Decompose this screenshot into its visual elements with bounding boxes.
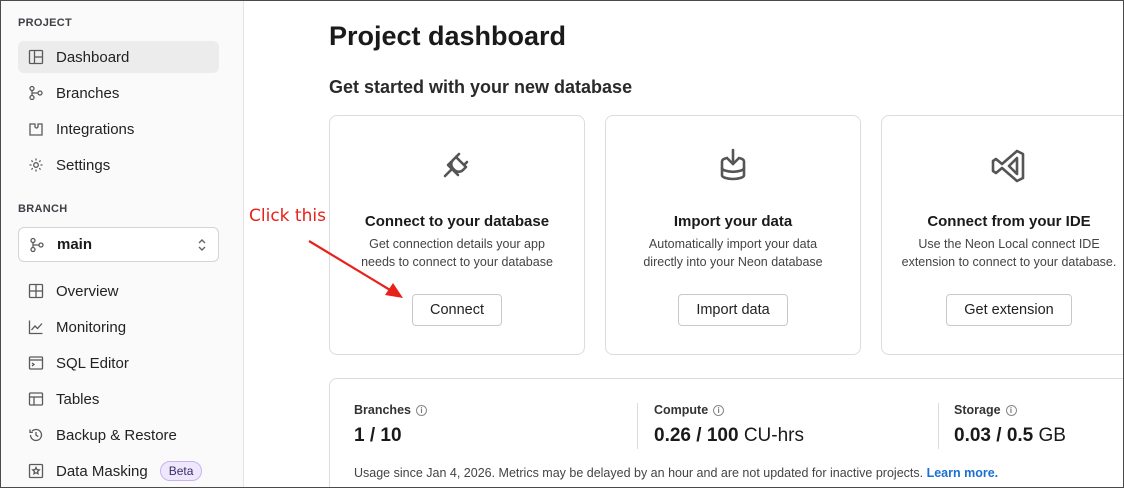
card-desc-line: Automatically import your data [648, 237, 818, 251]
card-title: Connect to your database [364, 213, 550, 230]
usage-note: Usage since Jan 4, 2026. Metrics may be … [354, 466, 998, 480]
sidebar: PROJECT Dashboard Branches Integrations … [1, 1, 244, 487]
divider [637, 403, 638, 449]
card-description: Use the Neon Local connect IDE extension… [894, 235, 1123, 271]
metric-label-row: Storage i [954, 403, 1066, 417]
card-description: Automatically import your data directly … [618, 235, 848, 271]
sidebar-item-label: Overview [56, 282, 119, 300]
sidebar-item-integrations[interactable]: Integrations [18, 113, 219, 145]
metric-value-row: 0.26 / 100 CU-hrs [654, 425, 804, 447]
masking-icon [28, 463, 44, 479]
metric-value: 1 / 10 [354, 425, 402, 446]
branch-selector-value: main [57, 236, 93, 253]
plug-icon [330, 146, 584, 186]
sidebar-item-overview[interactable]: Overview [18, 275, 219, 307]
get-extension-button[interactable]: Get extension [946, 294, 1072, 326]
card-desc-line: Use the Neon Local connect IDE [918, 237, 1100, 251]
sidebar-item-data-masking[interactable]: Data Masking Beta [18, 455, 219, 487]
metric-unit: CU-hrs [743, 425, 804, 446]
card-desc-line: extension to connect to your database. [901, 255, 1117, 269]
usage-note-text: Usage since Jan 4, 2026. Metrics may be … [354, 466, 924, 480]
overview-icon [28, 283, 44, 299]
annotation-text: Click this [249, 206, 326, 226]
beta-badge: Beta [159, 461, 203, 481]
sidebar-item-tables[interactable]: Tables [18, 383, 219, 415]
compute-metric: Compute i 0.26 / 100 CU-hrs [654, 403, 804, 447]
sidebar-item-label: Branches [56, 84, 120, 102]
sidebar-item-label: Dashboard [56, 48, 130, 66]
sidebar-item-monitoring[interactable]: Monitoring [18, 311, 219, 343]
branches-icon [28, 85, 44, 101]
sidebar-item-settings[interactable]: Settings [18, 149, 219, 181]
integrations-icon [28, 121, 44, 137]
metric-label: Branches [354, 403, 411, 417]
info-icon[interactable]: i [415, 404, 427, 416]
sql-editor-icon [28, 355, 44, 371]
chevron-updown-icon [196, 237, 208, 253]
info-icon[interactable]: i [1005, 404, 1017, 416]
connect-button[interactable]: Connect [412, 294, 502, 326]
storage-metric: Storage i 0.03 / 0.5 GB [954, 403, 1066, 447]
metric-unit: GB [1038, 425, 1066, 446]
history-icon [28, 427, 44, 443]
sidebar-item-label: Tables [56, 390, 100, 408]
annotation-arrow [308, 240, 403, 298]
dashboard-icon [28, 49, 44, 65]
import-database-icon [606, 146, 860, 186]
gear-icon [28, 157, 44, 173]
sidebar-item-label: SQL Editor [56, 354, 129, 372]
import-card: Import your data Automatically import yo… [605, 115, 861, 355]
sidebar-item-label: Settings [56, 156, 111, 174]
usage-panel: Branches i 1 / 10 Compute i 0.26 / 100 CU-… [329, 378, 1123, 487]
branch-section-label: BRANCH [18, 203, 68, 215]
sidebar-item-sql-editor[interactable]: SQL Editor [18, 347, 219, 379]
card-title: Import your data [673, 213, 793, 230]
info-icon[interactable]: i [713, 404, 725, 416]
page-title: Project dashboard [329, 21, 567, 51]
sidebar-item-label: Data Masking [56, 462, 148, 480]
monitoring-icon [28, 319, 44, 335]
project-section-label: PROJECT [18, 17, 73, 29]
page-subtitle: Get started with your new database [329, 77, 633, 97]
ide-card: Connect from your IDE Use the Neon Local… [881, 115, 1123, 355]
metric-value: 0.26 / 100 [654, 425, 739, 446]
branches-metric: Branches i 1 / 10 [354, 403, 427, 447]
tables-icon [28, 391, 44, 407]
learn-more-link[interactable]: Learn more. [927, 466, 999, 480]
metric-value-row: 0.03 / 0.5 GB [954, 425, 1066, 447]
metric-label: Compute [654, 403, 709, 417]
metric-value: 0.03 / 0.5 [954, 425, 1034, 446]
sidebar-item-label: Integrations [56, 120, 135, 138]
card-title: Connect from your IDE [927, 213, 1091, 230]
metric-label-row: Branches i [354, 403, 427, 417]
import-data-button[interactable]: Import data [678, 294, 788, 326]
divider [938, 403, 939, 449]
branch-selector[interactable]: main [18, 227, 219, 262]
metric-label-row: Compute i [654, 403, 804, 417]
sidebar-item-label: Monitoring [56, 318, 127, 336]
sidebar-item-branches[interactable]: Branches [18, 77, 219, 109]
vscode-icon [882, 146, 1123, 186]
card-desc-line: directly into your Neon database [643, 255, 823, 269]
sidebar-item-label: Backup & Restore [56, 426, 177, 444]
app-window: PROJECT Dashboard Branches Integrations … [0, 0, 1124, 488]
branch-icon [29, 237, 45, 253]
metric-value-row: 1 / 10 [354, 425, 427, 447]
sidebar-item-dashboard[interactable]: Dashboard [18, 41, 219, 73]
metric-label: Storage [954, 403, 1001, 417]
sidebar-item-backup-restore[interactable]: Backup & Restore [18, 419, 219, 451]
